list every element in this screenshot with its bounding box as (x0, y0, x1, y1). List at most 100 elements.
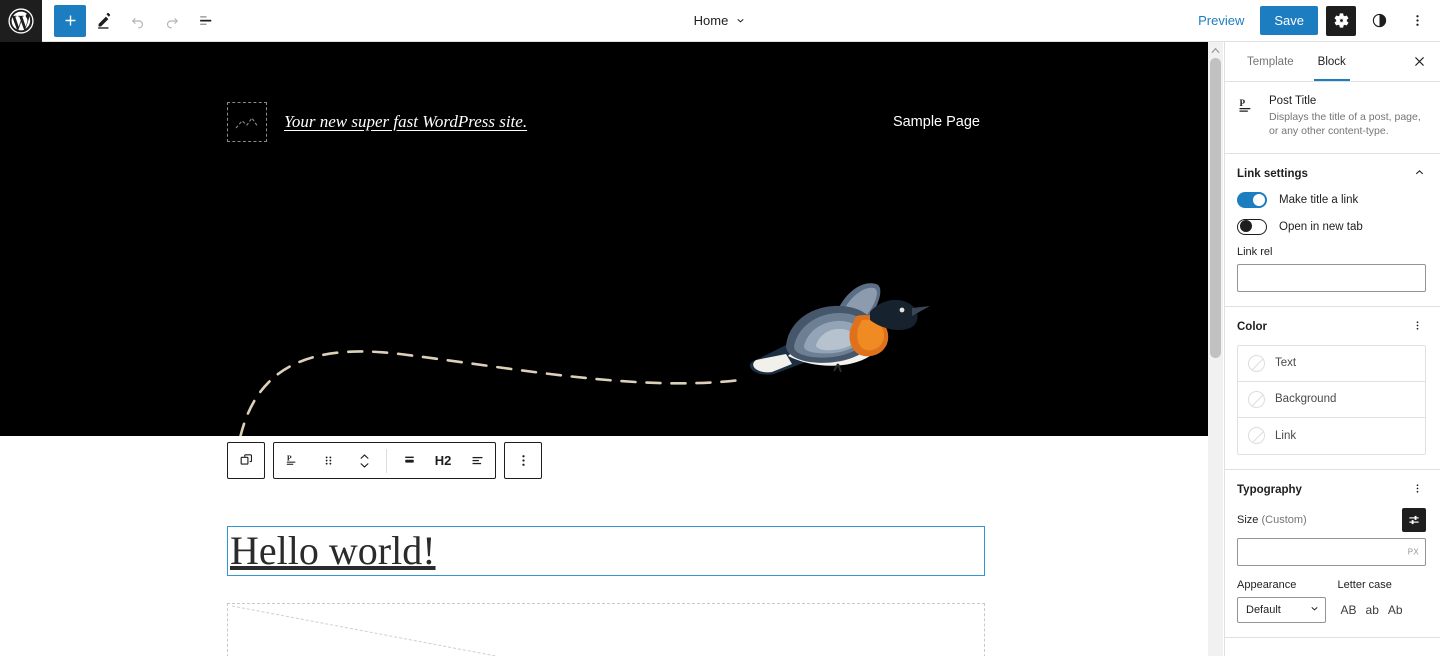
block-toolbar-group-main: P H2 (273, 442, 496, 479)
post-title-icon: P (1237, 95, 1259, 139)
font-size-row: Size (Custom) (1237, 507, 1426, 532)
heading-level-icon (404, 456, 414, 463)
close-sidebar-button[interactable] (1404, 42, 1434, 81)
redo-button[interactable] (156, 5, 188, 37)
chevron-up-icon[interactable] (1413, 166, 1426, 182)
canvas-scrollbar[interactable] (1208, 42, 1223, 656)
align-left-icon (472, 456, 482, 465)
sliders-icon (1409, 515, 1419, 525)
vertical-dots-icon (1416, 321, 1419, 330)
typography-title: Typography (1237, 483, 1302, 496)
letter-case-uppercase-button[interactable]: AB (1338, 601, 1360, 619)
edit-tool-button[interactable] (88, 5, 120, 37)
font-size-label: Size (Custom) (1237, 514, 1307, 526)
link-settings-header[interactable]: Link settings (1237, 166, 1426, 182)
preview-button[interactable]: Preview (1190, 7, 1252, 34)
appearance-select-wrap: Default (1237, 596, 1326, 623)
drag-handle-button[interactable] (310, 443, 346, 478)
typography-header: Typography (1237, 482, 1426, 498)
copy-block-button[interactable] (228, 443, 264, 478)
image-placeholder-icon (235, 117, 259, 129)
plus-icon (65, 15, 75, 26)
open-new-tab-label: Open in new tab (1279, 220, 1363, 233)
undo-button[interactable] (122, 5, 154, 37)
heading-level-h2-button[interactable]: H2 (427, 443, 459, 478)
document-title-dropdown[interactable]: Home (694, 13, 747, 28)
make-title-link-toggle[interactable] (1237, 191, 1267, 208)
letter-case-buttons: AB ab Ab (1338, 597, 1427, 623)
list-view-button[interactable] (190, 5, 222, 37)
save-button[interactable]: Save (1260, 6, 1318, 35)
close-icon (1414, 57, 1424, 66)
color-row-link[interactable]: Link (1238, 418, 1425, 454)
pencil-icon (97, 12, 110, 29)
font-size-custom-text: (Custom) (1261, 513, 1307, 526)
post-title-icon: P (286, 454, 295, 465)
letter-case-column: Letter case AB ab Ab (1338, 579, 1427, 623)
open-new-tab-toggle-row: Open in new tab (1237, 218, 1426, 235)
block-options-button[interactable] (505, 443, 541, 478)
post-title-block[interactable]: Hello world! (227, 526, 985, 576)
font-size-input[interactable] (1237, 537, 1426, 566)
align-text-button[interactable] (459, 443, 495, 478)
color-row-background[interactable]: Background (1238, 382, 1425, 418)
undo-arrow-icon (131, 17, 144, 28)
toggle-knob (1253, 193, 1265, 206)
canvas-scrollbar-thumb[interactable] (1210, 58, 1221, 358)
add-block-button[interactable] (54, 4, 86, 37)
font-size-presets-toggle[interactable] (1402, 507, 1426, 532)
color-title: Color (1237, 320, 1268, 333)
post-title-text[interactable]: Hello world! (229, 531, 436, 571)
font-size-label-text: Size (1237, 513, 1259, 526)
color-options-button[interactable] (1409, 319, 1426, 335)
heading-level-button[interactable] (391, 443, 427, 478)
make-title-link-label: Make title a link (1279, 193, 1359, 206)
letter-case-capitalize-button[interactable]: Ab (1385, 601, 1406, 619)
copy-blocks-icon (240, 454, 252, 465)
move-up-down-button[interactable] (346, 443, 382, 478)
typography-options-button[interactable] (1409, 482, 1426, 498)
block-info-text: Post Title Displays the title of a post,… (1269, 95, 1426, 139)
editor-top-bar: Home Preview Save (0, 0, 1440, 42)
block-title: Post Title (1269, 95, 1317, 107)
styles-contrast-button[interactable] (1364, 6, 1394, 36)
color-panel: Color Text Background Link (1225, 307, 1440, 470)
svg-text:P: P (1240, 98, 1246, 108)
appearance-column: Appearance Default (1237, 579, 1326, 623)
link-settings-panel: Link settings Make title a link Open in … (1225, 154, 1440, 307)
settings-button[interactable] (1326, 5, 1356, 36)
wordpress-logo-icon[interactable] (0, 0, 42, 42)
typography-bottom-row: Appearance Default Letter case AB ab Ab (1237, 579, 1426, 623)
more-options-button[interactable] (1402, 6, 1432, 36)
contrast-half-circle-icon (1372, 13, 1386, 28)
color-header: Color (1237, 319, 1426, 335)
no-color-icon (1248, 427, 1265, 445)
featured-image-placeholder[interactable] (227, 603, 985, 656)
color-label: Link (1275, 429, 1297, 442)
color-label: Text (1275, 357, 1297, 370)
site-logo-placeholder[interactable] (227, 102, 267, 142)
editor-canvas: Your new super fast WordPress site. Samp… (0, 42, 1224, 656)
nav-link-sample-page[interactable]: Sample Page (893, 114, 980, 130)
drag-dots-icon (325, 456, 331, 465)
vertical-dots-icon (1416, 484, 1419, 493)
scroll-up-arrow-icon[interactable] (1208, 43, 1223, 57)
no-color-icon (1248, 354, 1265, 372)
svg-text:P: P (286, 454, 291, 463)
block-toolbar: P H2 (227, 442, 542, 479)
tab-block[interactable]: Block (1306, 42, 1358, 81)
link-rel-input[interactable] (1237, 263, 1426, 292)
appearance-label: Appearance (1237, 578, 1297, 591)
appearance-select[interactable]: Default (1237, 596, 1326, 623)
tab-template[interactable]: Template (1235, 42, 1306, 81)
color-row-text[interactable]: Text (1238, 346, 1425, 382)
block-toolbar-group-options (504, 442, 542, 479)
document-title-label: Home (693, 13, 729, 28)
chevron-up-down-icon (359, 453, 369, 468)
site-tagline-link[interactable]: Your new super fast WordPress site. (284, 112, 527, 132)
block-type-post-title-button[interactable]: P (274, 443, 310, 478)
letter-case-lowercase-button[interactable]: ab (1363, 601, 1382, 619)
font-size-input-wrap: PX (1237, 537, 1426, 566)
open-new-tab-toggle[interactable] (1237, 218, 1267, 235)
toolbar-divider (386, 448, 387, 473)
